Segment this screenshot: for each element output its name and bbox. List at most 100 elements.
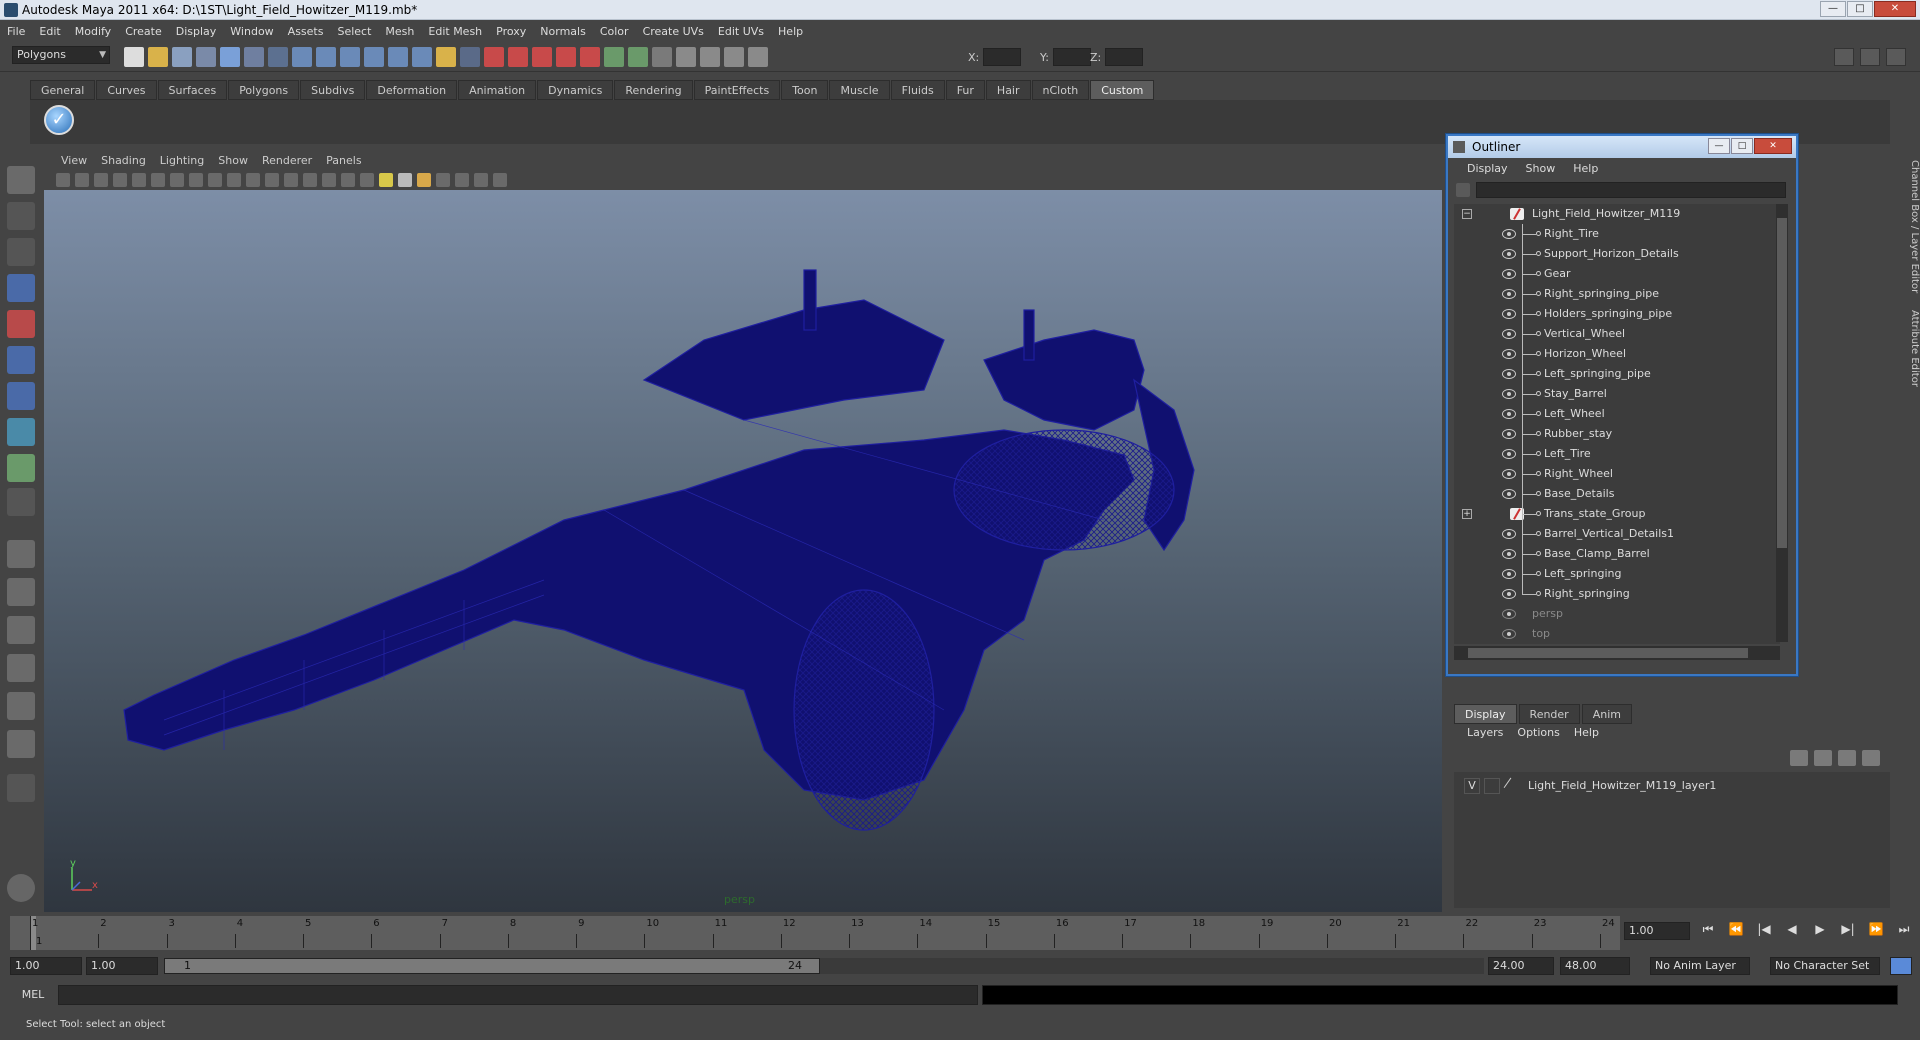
- outliner-item[interactable]: + Trans_state_Group: [1454, 504, 1774, 524]
- menu-set-dropdown[interactable]: Polygons ▼: [12, 46, 110, 64]
- filter-icon[interactable]: [1456, 183, 1470, 197]
- play-backwards-icon[interactable]: ◀: [1782, 922, 1802, 937]
- outliner-menu-show[interactable]: Show: [1517, 162, 1565, 175]
- tab-painteffects[interactable]: PaintEffects: [693, 80, 781, 100]
- outliner-maximize-button[interactable]: □: [1731, 138, 1753, 154]
- outliner-item[interactable]: Left_Wheel: [1454, 404, 1774, 424]
- layer-menu-layers[interactable]: Layers: [1460, 726, 1510, 739]
- tab-anim-layers[interactable]: Anim: [1581, 704, 1632, 724]
- smooth-shade-icon[interactable]: [322, 173, 336, 187]
- menu-create-uvs[interactable]: Create UVs: [636, 25, 711, 38]
- grid-icon[interactable]: [170, 173, 184, 187]
- save-scene-icon[interactable]: [172, 47, 192, 67]
- menu-help[interactable]: Help: [771, 25, 810, 38]
- xray-joints-icon[interactable]: [455, 173, 469, 187]
- select-component-icon[interactable]: [244, 47, 264, 67]
- menu-mesh[interactable]: Mesh: [378, 25, 421, 38]
- input-ops-icon[interactable]: [460, 47, 480, 67]
- rotate-tool-icon[interactable]: [7, 310, 35, 338]
- render-view-icon[interactable]: [580, 47, 600, 67]
- snap-point-icon[interactable]: [316, 47, 336, 67]
- outliner-item[interactable]: Support_Horizon_Details: [1454, 244, 1774, 264]
- menu-color[interactable]: Color: [593, 25, 636, 38]
- tab-hair[interactable]: Hair: [985, 80, 1031, 100]
- xray-icon[interactable]: [417, 173, 431, 187]
- tab-general[interactable]: General: [30, 80, 96, 100]
- go-to-end-icon[interactable]: ⏭: [1894, 922, 1914, 937]
- new-scene-icon[interactable]: [124, 47, 144, 67]
- persp-outliner-layout-icon[interactable]: [7, 616, 35, 644]
- outliner-item[interactable]: Vertical_Wheel: [1454, 324, 1774, 344]
- toggle-attribute-editor-icon[interactable]: [1834, 48, 1854, 66]
- command-input[interactable]: [58, 985, 978, 1005]
- move-layer-down-icon[interactable]: [1814, 750, 1832, 766]
- x-field[interactable]: [983, 48, 1022, 66]
- move-tool-icon[interactable]: [7, 274, 35, 302]
- outliner-item[interactable]: Right_springing: [1454, 584, 1774, 604]
- playback-end-field[interactable]: 24.00: [1488, 957, 1554, 975]
- auto-key-icon[interactable]: [1890, 957, 1912, 975]
- layer-visibility-toggle[interactable]: V: [1464, 778, 1480, 794]
- scroll-thumb[interactable]: [1468, 648, 1748, 658]
- make-live-icon[interactable]: [364, 47, 384, 67]
- select-hierarchy-icon[interactable]: [196, 47, 216, 67]
- grease-pencil-icon[interactable]: [151, 173, 165, 187]
- y-field[interactable]: [1052, 48, 1091, 66]
- outliner-item[interactable]: Base_Clamp_Barrel: [1454, 544, 1774, 564]
- shadows-icon[interactable]: [398, 173, 412, 187]
- menu-proxy[interactable]: Proxy: [489, 25, 533, 38]
- outliner-item[interactable]: Rubber_stay: [1454, 424, 1774, 444]
- outliner-item[interactable]: Stay_Barrel: [1454, 384, 1774, 404]
- tab-deformation[interactable]: Deformation: [366, 80, 458, 100]
- camera-icon[interactable]: [700, 47, 720, 67]
- outliner-item[interactable]: Left_springing_pipe: [1454, 364, 1774, 384]
- step-forward-key-icon[interactable]: ⏩: [1866, 922, 1886, 937]
- outliner-item[interactable]: Holders_springing_pipe: [1454, 304, 1774, 324]
- tab-animation[interactable]: Animation: [458, 80, 537, 100]
- step-back-frame-icon[interactable]: |◀: [1754, 922, 1774, 937]
- outliner-item[interactable]: Right_Tire: [1454, 224, 1774, 244]
- menu-create[interactable]: Create: [118, 25, 169, 38]
- range-slider[interactable]: 1 24: [164, 958, 1484, 974]
- soft-mod-tool-icon[interactable]: [7, 418, 35, 446]
- tab-subdivs[interactable]: Subdivs: [300, 80, 366, 100]
- vp-menu-renderer[interactable]: Renderer: [255, 154, 319, 167]
- vp-menu-shading[interactable]: Shading: [94, 154, 153, 167]
- channel-box-tab[interactable]: Channel Box / Layer Editor: [1906, 160, 1920, 300]
- safe-action-icon[interactable]: [265, 173, 279, 187]
- tab-toon[interactable]: Toon: [781, 80, 829, 100]
- render-settings-icon[interactable]: [532, 47, 552, 67]
- paint-select-tool-icon[interactable]: [7, 238, 35, 266]
- vp-menu-view[interactable]: View: [54, 154, 94, 167]
- textured-icon[interactable]: [360, 173, 374, 187]
- menu-file[interactable]: File: [0, 25, 32, 38]
- go-to-start-icon[interactable]: ⏮: [1698, 922, 1718, 937]
- outliner-item[interactable]: Gear: [1454, 264, 1774, 284]
- single-perspective-layout-icon[interactable]: [7, 540, 35, 568]
- show-manipulator-icon[interactable]: [7, 454, 35, 482]
- hand-icon[interactable]: [7, 874, 35, 902]
- outliner-item[interactable]: Horizon_Wheel: [1454, 344, 1774, 364]
- tab-rendering[interactable]: Rendering: [614, 80, 693, 100]
- graph-editor-icon[interactable]: [748, 47, 768, 67]
- open-scene-icon[interactable]: [148, 47, 168, 67]
- range-slider-handle[interactable]: [164, 958, 820, 974]
- current-time-field[interactable]: 1.00: [1624, 922, 1690, 940]
- menu-edit-mesh[interactable]: Edit Mesh: [421, 25, 489, 38]
- layer-menu-options[interactable]: Options: [1510, 726, 1566, 739]
- wireframe-on-shaded-icon[interactable]: [341, 173, 355, 187]
- hud-icon[interactable]: [493, 173, 507, 187]
- history-icon[interactable]: [388, 47, 408, 67]
- outliner-minimize-button[interactable]: —: [1708, 138, 1730, 154]
- snap-grid-icon[interactable]: [268, 47, 288, 67]
- layer-menu-help[interactable]: Help: [1567, 726, 1606, 739]
- outliner-vertical-scrollbar[interactable]: [1776, 204, 1788, 642]
- menu-window[interactable]: Window: [223, 25, 280, 38]
- menu-display[interactable]: Display: [169, 25, 224, 38]
- tab-render-layers[interactable]: Render: [1518, 704, 1580, 724]
- new-layer-icon[interactable]: [1838, 750, 1856, 766]
- outliner-menu-display[interactable]: Display: [1458, 162, 1517, 175]
- outliner-item[interactable]: Left_Tire: [1454, 444, 1774, 464]
- render-current-icon[interactable]: [484, 47, 504, 67]
- vp-menu-lighting[interactable]: Lighting: [153, 154, 211, 167]
